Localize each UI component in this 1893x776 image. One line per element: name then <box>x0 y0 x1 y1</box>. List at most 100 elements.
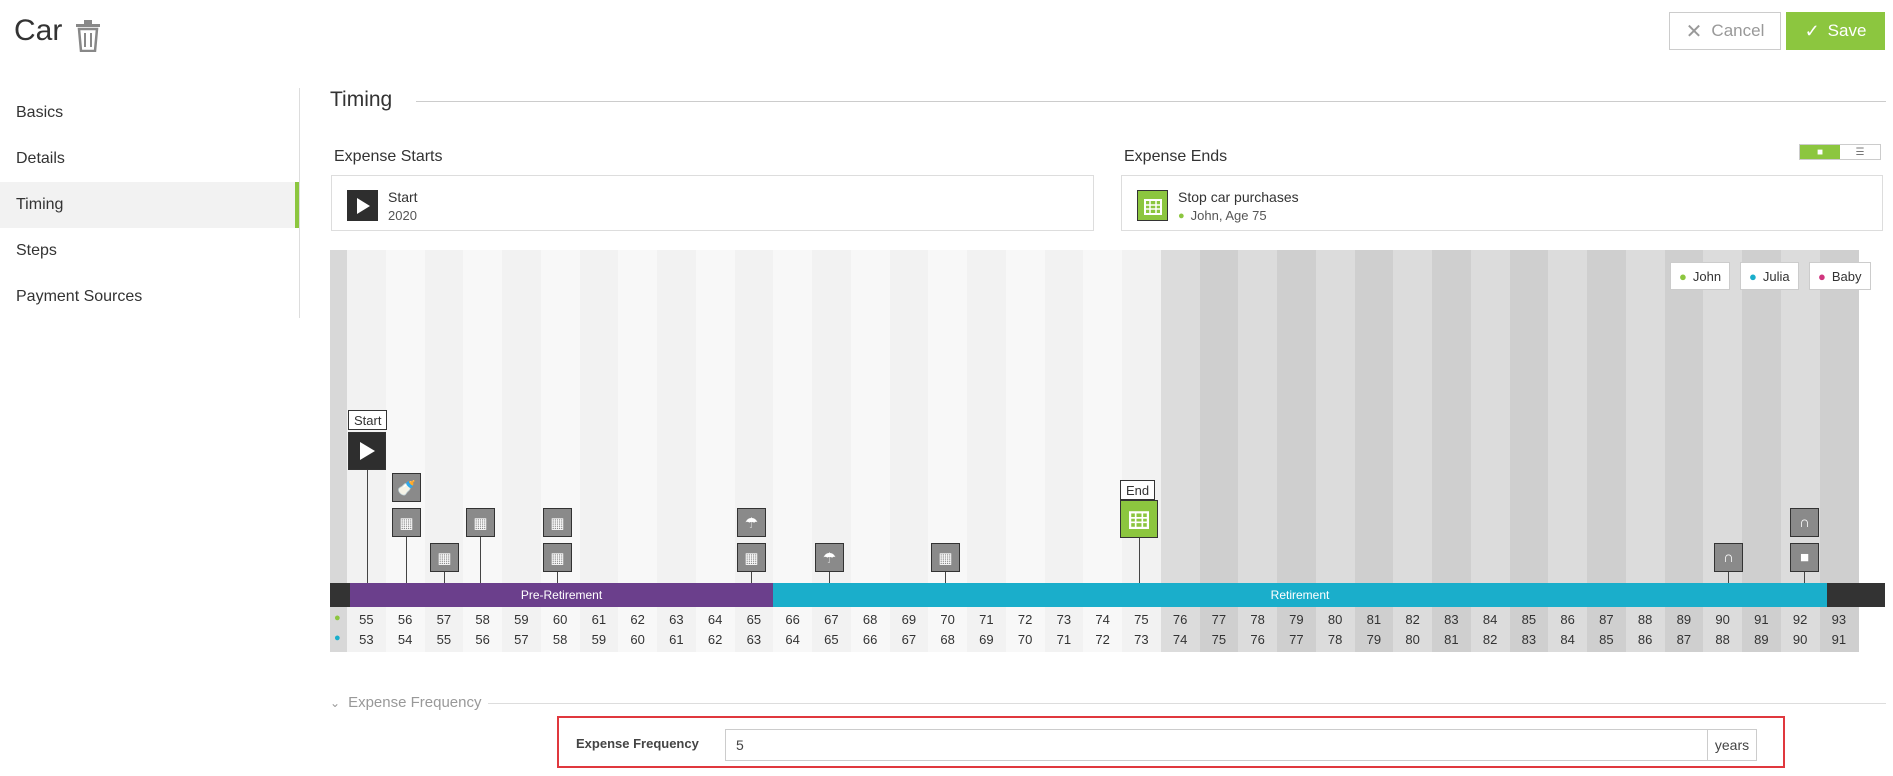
john-age: 64 <box>707 612 723 627</box>
expense-end-card[interactable]: Stop car purchases ● John, Age 75 <box>1121 175 1883 231</box>
julia-age: 77 <box>1289 632 1304 647</box>
julia-age: 81 <box>1444 632 1459 647</box>
julia-age: 55 <box>436 632 452 647</box>
timeline: ● John ● Julia ● Baby Start End 🍼 ▦ ▦ ▦ … <box>330 250 1885 652</box>
sidebar-item-steps[interactable]: Steps <box>0 228 300 274</box>
list-view-toggle[interactable]: ☰ <box>1840 145 1880 159</box>
julia-age: 67 <box>901 632 917 647</box>
john-age: 89 <box>1676 612 1692 627</box>
cancel-button[interactable]: ✕ Cancel <box>1669 12 1781 50</box>
grid-icon: ■ <box>1816 146 1824 158</box>
john-age: 78 <box>1250 612 1265 627</box>
check-icon: ✓ <box>1804 20 1820 41</box>
julia-age: 70 <box>1017 632 1033 647</box>
car-purchase-event-icon[interactable]: ▦ <box>543 508 572 537</box>
julia-age: 87 <box>1676 632 1692 647</box>
frequency-unit: years <box>1707 729 1757 761</box>
car-purchase-event-icon[interactable]: ▦ <box>466 508 495 537</box>
stop-event-icon[interactable]: ■ <box>1790 543 1819 572</box>
phase-bar-start <box>330 583 350 607</box>
julia-age: 73 <box>1134 632 1149 647</box>
john-age: 73 <box>1056 612 1072 627</box>
john-age: 66 <box>785 612 800 627</box>
john-age: 65 <box>746 612 762 627</box>
baby-filter-button[interactable]: ● Baby <box>1809 262 1871 290</box>
john-age-row: ● 55 56 57 58 59 60 61 62 63 64 65 66 67 68 69 70 71 72 73… <box>330 612 1885 632</box>
john-age: 55 <box>359 612 374 627</box>
chevron-down-icon: ⌄ <box>330 695 341 710</box>
sidebar-divider <box>299 88 300 318</box>
event-stem <box>945 572 946 583</box>
grid-view-toggle[interactable]: ■ <box>1800 145 1840 159</box>
sidebar-item-details[interactable]: Details <box>0 136 300 182</box>
trash-icon[interactable] <box>74 20 102 52</box>
expense-frequency-input[interactable] <box>725 729 1708 761</box>
john-age: 76 <box>1172 612 1188 627</box>
sidebar-item-payment-sources[interactable]: Payment Sources <box>0 274 300 320</box>
julia-age: 86 <box>1637 632 1653 647</box>
car-purchase-event-icon[interactable]: ▦ <box>543 543 572 572</box>
julia-age: 75 <box>1211 632 1227 647</box>
julia-age: 59 <box>591 632 607 647</box>
john-age: 68 <box>862 612 878 627</box>
julia-age: 62 <box>707 632 723 647</box>
start-marker[interactable] <box>348 432 386 470</box>
baby-person-icon: ● <box>1818 268 1826 284</box>
julia-age: 69 <box>979 632 994 647</box>
julia-age: 71 <box>1056 632 1072 647</box>
expense-ends-heading: Expense Ends <box>1124 148 1228 165</box>
tombstone-event-icon[interactable]: ∩ <box>1790 508 1819 537</box>
event-stem <box>1804 572 1805 583</box>
julia-person-icon: ● <box>334 632 341 644</box>
start-stem <box>367 470 368 583</box>
julia-age: 91 <box>1831 632 1847 647</box>
julia-age: 57 <box>514 632 529 647</box>
retirement-bar[interactable]: Retirement <box>773 583 1827 607</box>
john-label: John <box>1692 268 1722 284</box>
john-age: 58 <box>475 612 490 627</box>
sidebar-nav: Basics Details Timing Steps Payment Sour… <box>0 90 300 320</box>
john-age: 77 <box>1211 612 1227 627</box>
car-purchase-event-icon[interactable]: ▦ <box>430 543 459 572</box>
play-icon <box>347 190 378 221</box>
end-marker[interactable] <box>1120 500 1158 538</box>
john-age: 80 <box>1327 612 1343 627</box>
event-stem <box>829 572 830 583</box>
john-age: 87 <box>1599 612 1614 627</box>
julia-filter-button[interactable]: ● Julia <box>1740 262 1799 290</box>
car-purchase-event-icon[interactable]: ▦ <box>931 543 960 572</box>
car-purchase-event-icon[interactable]: ▦ <box>392 508 421 537</box>
john-age: 63 <box>669 612 684 627</box>
john-age: 93 <box>1831 612 1847 627</box>
car-purchase-event-icon[interactable]: ▦ <box>737 543 766 572</box>
john-age: 72 <box>1017 612 1033 627</box>
john-age: 74 <box>1095 612 1110 627</box>
tombstone-event-icon[interactable]: ∩ <box>1714 543 1743 572</box>
expense-start-card[interactable]: Start 2020 <box>331 175 1094 231</box>
end-card-person: John, Age 75 <box>1190 208 1267 223</box>
john-age: 82 <box>1405 612 1420 627</box>
page-title: Car <box>14 14 63 47</box>
expense-frequency-section-toggle[interactable]: ⌄ Expense Frequency <box>330 694 481 711</box>
section-divider <box>416 101 1886 102</box>
julia-age: 79 <box>1366 632 1382 647</box>
john-age: 61 <box>591 612 607 627</box>
julia-age: 65 <box>824 632 839 647</box>
john-age: 69 <box>901 612 917 627</box>
event-stem <box>557 572 558 583</box>
baby-bottle-event-icon[interactable]: 🍼 <box>392 473 421 502</box>
julia-age: 61 <box>669 632 684 647</box>
john-filter-button[interactable]: ● John <box>1670 262 1731 290</box>
john-age: 86 <box>1560 612 1575 627</box>
save-button[interactable]: ✓ Save <box>1786 12 1885 50</box>
umbrella-event-icon[interactable]: ☂ <box>737 508 766 537</box>
john-person-icon: ● <box>1679 268 1687 284</box>
pre-retirement-bar[interactable]: Pre-Retirement <box>350 583 773 607</box>
umbrella-event-icon[interactable]: ☂ <box>815 543 844 572</box>
cancel-label: Cancel <box>1711 21 1765 40</box>
list-icon: ☰ <box>1855 146 1865 158</box>
john-age: 56 <box>397 612 413 627</box>
start-card-title: Start <box>388 189 418 205</box>
sidebar-item-timing[interactable]: Timing <box>0 182 300 228</box>
sidebar-item-basics[interactable]: Basics <box>0 90 300 136</box>
